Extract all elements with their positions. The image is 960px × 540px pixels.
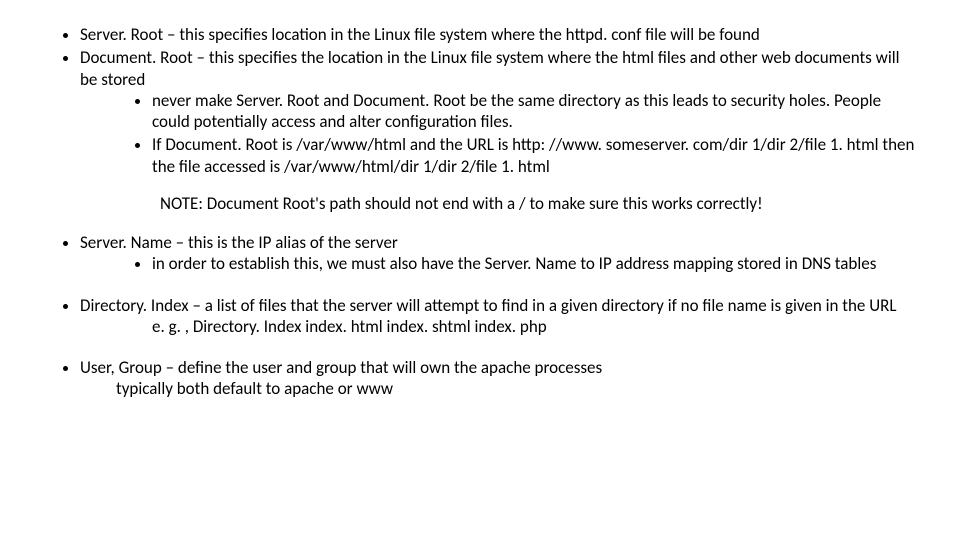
text: Document. Root – this specifies the loca… <box>80 47 900 89</box>
bullet-list-usergroup: User, Group – define the user and group … <box>40 357 920 400</box>
bullet-user-group: User, Group – define the user and group … <box>80 357 920 400</box>
example-line: e. g. , Directory. Index index. html ind… <box>80 316 920 337</box>
bullet-list-dirindex: Directory. Index – a list of files that … <box>40 295 920 338</box>
bullet-document-root: Document. Root – this specifies the loca… <box>80 47 920 177</box>
text: never make Server. Root and Document. Ro… <box>152 90 881 132</box>
sub-dns-mapping: in order to establish this, we must also… <box>152 253 920 274</box>
document-body: Server. Root – this specifies location i… <box>0 0 960 400</box>
text: If Document. Root is /var/www/html and t… <box>152 134 914 176</box>
text: Server. Root – this specifies location i… <box>80 24 760 45</box>
sub-list: in order to establish this, we must also… <box>80 253 920 274</box>
bullet-directory-index: Directory. Index – a list of files that … <box>80 295 920 338</box>
bullet-server-name: Server. Name – this is the IP alias of t… <box>80 232 920 275</box>
sub-list: never make Server. Root and Document. Ro… <box>80 90 920 177</box>
text: in order to establish this, we must also… <box>152 253 876 274</box>
sub-never-same-dir: never make Server. Root and Document. Ro… <box>152 90 920 133</box>
text: Directory. Index – a list of files that … <box>80 295 896 316</box>
bullet-list-top: Server. Root – this specifies location i… <box>40 24 920 177</box>
sub-docroot-example: If Document. Root is /var/www/html and t… <box>152 134 920 177</box>
note-line: NOTE: Document Root's path should not en… <box>160 193 920 214</box>
bullet-server-root: Server. Root – this specifies location i… <box>80 24 920 45</box>
text: User, Group – define the user and group … <box>80 357 602 378</box>
user-group-note: typically both default to apache or www <box>80 378 920 399</box>
text: Server. Name – this is the IP alias of t… <box>80 232 398 253</box>
bullet-list-mid: Server. Name – this is the IP alias of t… <box>40 232 920 275</box>
